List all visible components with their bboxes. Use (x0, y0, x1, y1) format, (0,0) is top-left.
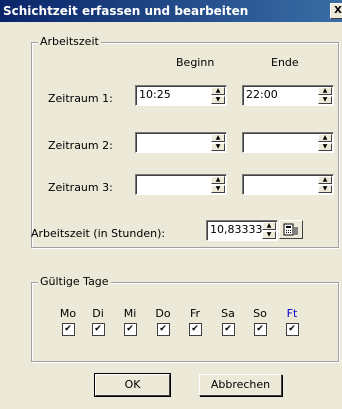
day-ft-checkbox[interactable]: ✔ (285, 323, 299, 336)
spin-up-icon[interactable]: ▲ (262, 222, 276, 230)
spin-up-icon[interactable]: ▲ (318, 176, 332, 184)
cancel-button[interactable]: Abbrechen (199, 374, 282, 396)
spin-down-icon[interactable]: ▼ (318, 143, 332, 151)
day-do-checkbox[interactable]: ✔ (156, 323, 170, 336)
day-sa-checkbox[interactable]: ✔ (221, 323, 235, 336)
column-header-end: Ende (271, 56, 299, 69)
arbeitszeit-legend: Arbeitszeit (38, 35, 101, 48)
zeitraum-3-begin-spinner[interactable]: ▲ ▼ (135, 174, 227, 195)
column-header-begin: Beginn (176, 56, 215, 69)
spin-up-icon[interactable]: ▲ (211, 176, 225, 184)
day-mo-label: Mo (59, 307, 77, 320)
day-do[interactable]: Do ✔ (151, 307, 175, 336)
spin-down-icon[interactable]: ▼ (262, 231, 276, 239)
day-so[interactable]: So ✔ (248, 307, 272, 336)
zeitraum-2-begin-spinner[interactable]: ▲ ▼ (135, 132, 227, 153)
day-so-label: So (253, 307, 267, 320)
day-mo-checkbox[interactable]: ✔ (61, 323, 75, 336)
day-ft[interactable]: Ft ✔ (280, 307, 304, 336)
day-mo[interactable]: Mo ✔ (56, 307, 80, 336)
spin-up-icon[interactable]: ▲ (318, 87, 332, 95)
zeitraum-1-label: Zeitraum 1: (48, 92, 113, 105)
hours-value[interactable]: 10,83333 (210, 223, 263, 236)
spin-up-icon[interactable]: ▲ (211, 134, 225, 142)
zeitraum-1-begin-value[interactable]: 10:25 (139, 88, 171, 101)
day-di-checkbox[interactable]: ✔ (91, 323, 105, 336)
zeitraum-1-end-spinner[interactable]: 22:00 ▲ ▼ (242, 85, 334, 106)
spin-down-icon[interactable]: ▼ (211, 143, 225, 151)
zeitraum-2-end-spinner[interactable]: ▲ ▼ (242, 132, 334, 153)
day-fr-label: Fr (189, 307, 201, 320)
day-mi[interactable]: Mi ✔ (118, 307, 142, 336)
window-title: Schichtzeit erfassen und bearbeiten (3, 4, 249, 18)
ok-button[interactable]: OK (94, 373, 171, 397)
day-di[interactable]: Di ✔ (86, 307, 110, 336)
hours-label: Arbeitszeit (in Stunden): (31, 227, 166, 240)
day-di-label: Di (92, 307, 104, 320)
close-icon[interactable]: X (330, 3, 342, 19)
day-fr-checkbox[interactable]: ✔ (188, 323, 202, 336)
day-fr[interactable]: Fr ✔ (183, 307, 207, 336)
zeitraum-2-label: Zeitraum 2: (48, 139, 113, 152)
spin-down-icon[interactable]: ▼ (318, 96, 332, 104)
day-ft-label: Ft (286, 307, 298, 320)
spin-up-icon[interactable]: ▲ (318, 134, 332, 142)
hours-spinner[interactable]: 10,83333 ▲ ▼ (206, 220, 278, 241)
day-sa[interactable]: Sa ✔ (216, 307, 240, 336)
day-do-label: Do (155, 307, 171, 320)
spin-up-icon[interactable]: ▲ (211, 87, 225, 95)
zeitraum-1-end-value[interactable]: 22:00 (246, 88, 278, 101)
zeitraum-1-begin-spinner[interactable]: 10:25 ▲ ▼ (135, 85, 227, 106)
zeitraum-3-end-spinner[interactable]: ▲ ▼ (242, 174, 334, 195)
day-sa-label: Sa (221, 307, 235, 320)
day-mi-label: Mi (123, 307, 137, 320)
spin-down-icon[interactable]: ▼ (318, 185, 332, 193)
zeitraum-3-label: Zeitraum 3: (48, 181, 113, 194)
calculator-icon[interactable] (279, 220, 303, 239)
day-mi-checkbox[interactable]: ✔ (123, 323, 137, 336)
spin-down-icon[interactable]: ▼ (211, 185, 225, 193)
day-so-checkbox[interactable]: ✔ (253, 323, 267, 336)
spin-down-icon[interactable]: ▼ (211, 96, 225, 104)
gueltige-tage-legend: Gültige Tage (38, 275, 111, 288)
title-bar[interactable]: Schichtzeit erfassen und bearbeiten X (0, 0, 342, 22)
